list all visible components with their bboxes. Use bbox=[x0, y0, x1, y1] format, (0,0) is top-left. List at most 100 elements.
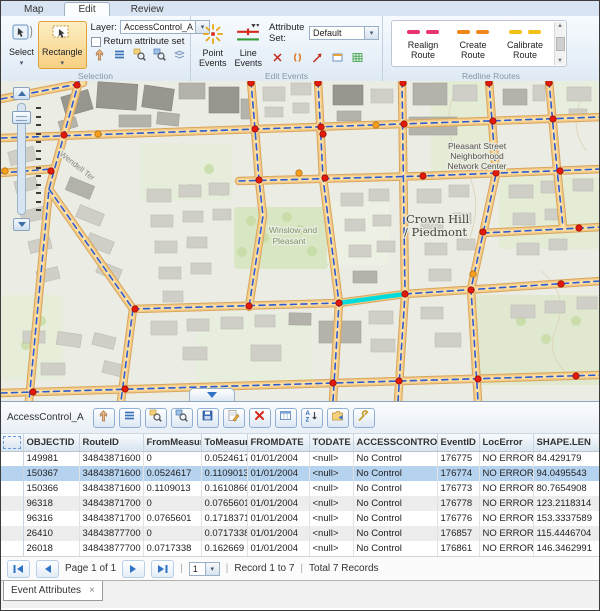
junction-point[interactable] bbox=[296, 170, 302, 176]
column-header[interactable]: EventID bbox=[437, 434, 479, 451]
attribute-set-combo-arrow[interactable] bbox=[365, 26, 379, 40]
row-selector[interactable] bbox=[1, 466, 23, 481]
next-page-button[interactable] bbox=[122, 560, 145, 578]
close-icon[interactable]: × bbox=[89, 585, 95, 596]
route-point[interactable] bbox=[468, 287, 474, 293]
save-button[interactable] bbox=[197, 408, 219, 428]
pointer-hand-button[interactable] bbox=[91, 49, 108, 65]
junction-point[interactable] bbox=[470, 271, 476, 277]
zoom-in-button[interactable] bbox=[13, 87, 30, 100]
list-button[interactable] bbox=[119, 408, 141, 428]
line-events-button[interactable]: Line Events bbox=[231, 20, 267, 70]
table-button[interactable] bbox=[275, 408, 297, 428]
column-header[interactable]: ACCESSCONTROL bbox=[353, 434, 437, 451]
sort-button[interactable]: AZ bbox=[301, 408, 323, 428]
attribute-grid-button[interactable] bbox=[349, 52, 366, 68]
route-point[interactable] bbox=[74, 82, 80, 88]
column-header[interactable]: SHAPE.LEN bbox=[533, 434, 600, 451]
column-header[interactable]: TODATE bbox=[309, 434, 353, 451]
column-header[interactable]: FromMeasure bbox=[143, 434, 201, 451]
table-row[interactable]: 264103484387770000.071733801/01/2004<nul… bbox=[1, 526, 600, 541]
tab-map[interactable]: Map bbox=[11, 3, 56, 16]
route-point[interactable] bbox=[420, 173, 426, 179]
tab-edit[interactable]: Edit bbox=[64, 2, 109, 16]
zoom-out-button[interactable] bbox=[13, 218, 30, 231]
row-selector[interactable] bbox=[1, 526, 23, 541]
table-row[interactable]: 1499813484387160000.052461701/01/2004<nu… bbox=[1, 451, 600, 466]
return-attribute-set-checkbox[interactable] bbox=[91, 37, 101, 47]
column-header[interactable]: RouteID bbox=[79, 434, 143, 451]
select-dropdown-caret[interactable] bbox=[20, 57, 24, 67]
pointer-hand-button[interactable] bbox=[93, 408, 115, 428]
route-point[interactable] bbox=[546, 81, 552, 86]
route-point[interactable] bbox=[330, 380, 336, 386]
realign-route-button[interactable]: Realign Route bbox=[398, 27, 448, 60]
layer-combo-value[interactable]: AccessControl_A bbox=[120, 20, 196, 34]
page-select-value[interactable]: 1 bbox=[189, 562, 206, 576]
delete-button[interactable] bbox=[249, 408, 271, 428]
route-point[interactable] bbox=[480, 229, 486, 235]
column-header[interactable]: LocError bbox=[479, 434, 533, 451]
route-point[interactable] bbox=[318, 124, 324, 130]
row-selector[interactable] bbox=[1, 496, 23, 511]
zoom-slider-handle[interactable] bbox=[12, 111, 31, 124]
folder-button[interactable] bbox=[327, 408, 349, 428]
route-point[interactable] bbox=[401, 121, 407, 127]
zoom-slider[interactable] bbox=[9, 87, 43, 235]
column-header[interactable]: ToMeasure bbox=[201, 434, 247, 451]
table-row[interactable]: 96316348438717000.07656010.171837101/01/… bbox=[1, 511, 600, 526]
zoom-selection-alt-button[interactable] bbox=[171, 408, 193, 428]
edit-button[interactable] bbox=[223, 408, 245, 428]
row-selector[interactable] bbox=[1, 511, 23, 526]
route-point[interactable] bbox=[48, 168, 54, 174]
create-route-button[interactable]: Create Route bbox=[448, 27, 498, 60]
previous-page-button[interactable] bbox=[36, 560, 59, 578]
attribute-set-combo[interactable]: Default bbox=[309, 26, 379, 40]
junction-point[interactable] bbox=[95, 131, 101, 137]
route-point[interactable] bbox=[320, 131, 326, 137]
column-header[interactable]: FROMDATE bbox=[247, 434, 309, 451]
row-selector[interactable] bbox=[1, 541, 23, 556]
route-point[interactable] bbox=[400, 81, 406, 86]
merge-events-button[interactable] bbox=[289, 52, 306, 68]
select-button[interactable]: Select bbox=[5, 21, 38, 69]
last-page-button[interactable] bbox=[151, 560, 174, 578]
layers-menu-button[interactable] bbox=[171, 49, 188, 65]
map-canvas[interactable]: Wendell Ter Pleasant Street Neighborhood… bbox=[1, 81, 600, 401]
route-point[interactable] bbox=[550, 116, 556, 122]
scroll-down-icon[interactable]: ▼ bbox=[557, 58, 563, 64]
route-point[interactable] bbox=[248, 81, 254, 86]
route-point[interactable] bbox=[256, 177, 262, 183]
events-table-button[interactable] bbox=[329, 52, 346, 68]
route-point[interactable] bbox=[246, 303, 252, 309]
route-point[interactable] bbox=[322, 175, 328, 181]
route-point[interactable] bbox=[490, 118, 496, 124]
zoom-selection-button[interactable] bbox=[145, 408, 167, 428]
route-point[interactable] bbox=[315, 81, 321, 86]
route-point[interactable] bbox=[402, 291, 408, 297]
column-header[interactable]: OBJECTID bbox=[23, 434, 79, 451]
route-point[interactable] bbox=[122, 386, 128, 392]
junction-point[interactable] bbox=[2, 168, 8, 174]
route-point[interactable] bbox=[61, 132, 67, 138]
table-row[interactable]: 150366348438716000.11090130.161086601/01… bbox=[1, 481, 600, 496]
route-point[interactable] bbox=[486, 81, 492, 86]
rectangle-button[interactable]: Rectangle bbox=[38, 21, 87, 69]
route-point[interactable] bbox=[252, 126, 258, 132]
route-point[interactable] bbox=[336, 300, 342, 306]
route-point[interactable] bbox=[558, 281, 564, 287]
wrench-button[interactable] bbox=[353, 408, 375, 428]
list-button[interactable] bbox=[111, 49, 128, 65]
junction-point[interactable] bbox=[373, 122, 379, 128]
redline-scrollbar[interactable]: ▲ ▼ bbox=[554, 22, 565, 65]
row-selector[interactable] bbox=[1, 451, 23, 466]
zoom-selection-alt-button[interactable] bbox=[151, 49, 168, 65]
selector-column-header[interactable] bbox=[1, 434, 23, 451]
page-select[interactable]: 1 bbox=[189, 562, 220, 576]
page-select-arrow[interactable] bbox=[206, 562, 220, 576]
route-point[interactable] bbox=[475, 376, 481, 382]
route-point[interactable] bbox=[132, 306, 138, 312]
trim-event-button[interactable] bbox=[309, 52, 326, 68]
zoom-selection-button[interactable] bbox=[131, 49, 148, 65]
table-row[interactable]: 963183484387170000.076560101/01/2004<nul… bbox=[1, 496, 600, 511]
